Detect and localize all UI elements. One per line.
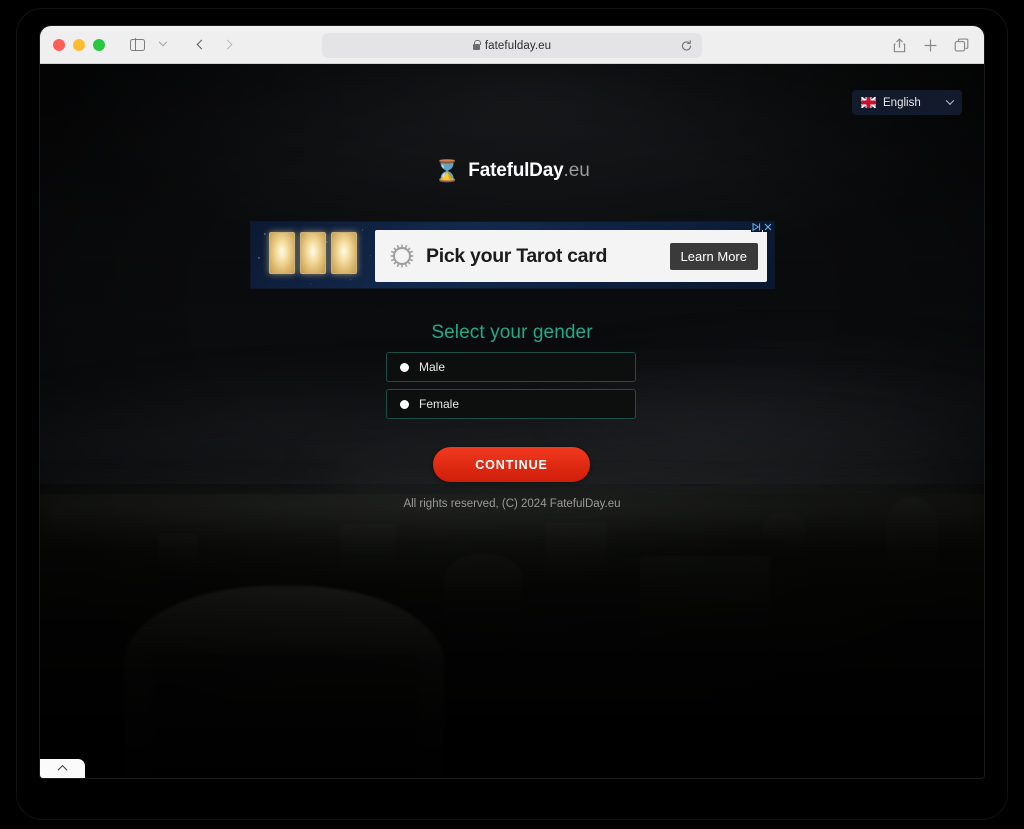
adchoices-group [751,222,773,232]
radio-icon [400,399,409,409]
browser-toolbar: fatefulday.eu [40,26,984,64]
advertisement-banner[interactable]: Pick your Tarot card Learn More [250,221,775,289]
site-logo[interactable]: ⌛ FatefulDay.eu [40,160,984,182]
adchoices-icon[interactable] [751,222,762,232]
bottom-status-tab[interactable] [40,759,85,778]
page-viewport: English ⌛ FatefulDay.eu Pick your Tarot … [40,64,984,778]
hourglass-icon: ⌛ [434,159,461,183]
ad-learn-more-button[interactable]: Learn More [669,242,758,270]
continue-button[interactable]: CONTINUE [433,447,590,482]
tarot-cards-group [269,232,357,274]
address-bar-content: fatefulday.eu [472,39,552,52]
chevron-down-icon [158,37,168,46]
gender-option-label: Male [419,360,446,374]
browser-window: fatefulday.eu English ⌛ FatefulDay.eu Pi… [40,26,984,778]
ad-headline: Pick your Tarot card [426,244,608,267]
chevron-left-icon [196,39,206,50]
footer-copyright: All rights reserved, (C) 2024 FatefulDay… [403,498,621,510]
minimize-window-button[interactable] [73,38,85,51]
sidebar-options-button[interactable] [150,33,176,57]
page-content: English ⌛ FatefulDay.eu Pick your Tarot … [40,64,984,778]
tarot-card [331,232,357,274]
close-window-button[interactable] [53,38,65,51]
tarot-card [300,232,326,274]
sidebar-toggle-button[interactable] [124,33,150,57]
logo-brand-text: FatefulDay [468,160,564,181]
toolbar-right-actions [891,26,970,64]
url-text: fatefulday.eu [484,39,552,52]
close-icon[interactable] [763,222,773,232]
sunburst-gear-icon [390,244,414,268]
reload-icon[interactable] [680,39,693,52]
radio-icon [400,362,409,372]
tabs-overview-icon[interactable] [953,37,970,54]
tarot-card [269,232,295,274]
chevron-down-icon [945,95,955,105]
language-label: English [883,96,921,109]
logo-name: FatefulDay.eu [468,160,590,182]
logo-tld-text: .eu [563,160,590,181]
page-title: Select your gender [431,322,593,343]
back-button[interactable] [188,33,214,57]
chevron-right-icon [222,39,232,50]
lock-icon [472,40,481,50]
maximize-window-button[interactable] [93,38,105,51]
gender-option-female[interactable]: Female [386,389,636,419]
sidebar-icon [129,38,145,51]
gender-option-label: Female [419,397,460,411]
window-controls [53,38,105,51]
language-selector[interactable]: English [852,90,962,115]
chevron-up-icon [57,764,68,775]
forward-button[interactable] [214,33,240,57]
gender-option-male[interactable]: Male [386,352,636,382]
plus-icon[interactable] [922,37,939,54]
address-bar[interactable]: fatefulday.eu [322,33,702,58]
share-icon[interactable] [891,37,908,54]
ad-content-panel: Pick your Tarot card Learn More [375,230,767,282]
uk-flag-icon [861,97,876,108]
